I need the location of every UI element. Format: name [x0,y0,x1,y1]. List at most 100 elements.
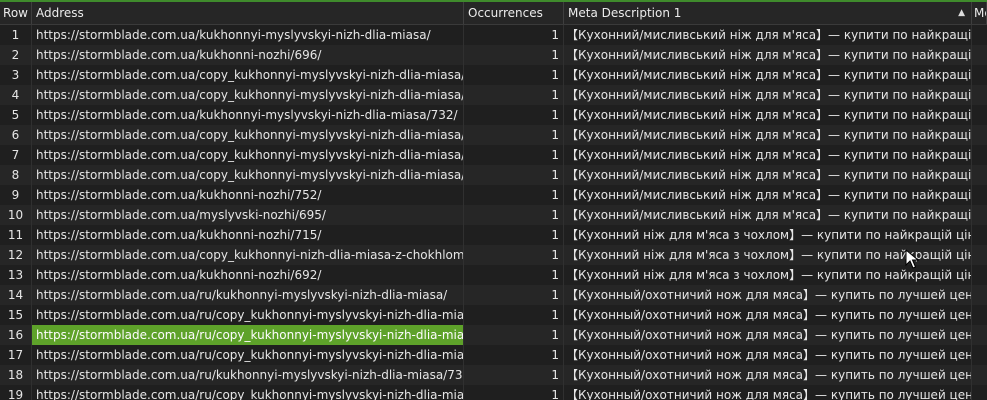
next-column-cell[interactable] [972,185,987,205]
next-column-cell[interactable] [972,345,987,365]
occurrences-cell[interactable]: 1 [464,325,564,345]
address-cell[interactable]: https://stormblade.com.ua/copy_kukhonnyi… [32,65,464,85]
row-number-cell[interactable]: 8 [0,165,32,185]
occurrences-cell[interactable]: 1 [464,385,564,400]
occurrences-cell[interactable]: 1 [464,285,564,305]
table-row[interactable]: 14 https://stormblade.com.ua/ru/kukhonnyi… [0,285,987,305]
address-cell[interactable]: https://stormblade.com.ua/kukhonnyi-mysl… [32,25,464,45]
meta-description-cell[interactable]: 【Кухонний/мисливський ніж для м'яса】— ку… [564,185,972,205]
meta-description-cell[interactable]: 【Кухонний/мисливський ніж для м'яса】— ку… [564,65,972,85]
table-row[interactable]: 16 https://stormblade.com.ua/ru/copy_kukh… [0,325,987,345]
table-row[interactable]: 5 https://stormblade.com.ua/kukhonnyi-mys… [0,105,987,125]
next-column-cell[interactable] [972,145,987,165]
column-header-more[interactable]: Me [972,2,987,24]
next-column-cell[interactable] [972,205,987,225]
address-cell[interactable]: https://stormblade.com.ua/kukhonni-nozhi… [32,185,464,205]
row-number-cell[interactable]: 18 [0,365,32,385]
address-cell[interactable]: https://stormblade.com.ua/ru/copy_kukhon… [32,305,464,325]
next-column-cell[interactable] [972,265,987,285]
column-header-occurrences[interactable]: Occurrences [464,2,564,24]
occurrences-cell[interactable]: 1 [464,145,564,165]
address-cell[interactable]: https://stormblade.com.ua/copy_kukhonnyi… [32,125,464,145]
meta-description-cell[interactable]: 【Кухонный/охотничий нож для мяса】— купит… [564,385,972,400]
occurrences-cell[interactable]: 1 [464,165,564,185]
column-header-row[interactable]: Row [0,2,32,24]
occurrences-cell[interactable]: 1 [464,245,564,265]
table-row[interactable]: 15 https://stormblade.com.ua/ru/copy_kukh… [0,305,987,325]
next-column-cell[interactable] [972,105,987,125]
meta-description-cell[interactable]: 【Кухонный/охотничий нож для мяса】— купит… [564,345,972,365]
occurrences-cell[interactable]: 1 [464,345,564,365]
row-number-cell[interactable]: 3 [0,65,32,85]
row-number-cell[interactable]: 14 [0,285,32,305]
row-number-cell[interactable]: 2 [0,45,32,65]
meta-description-cell[interactable]: 【Кухонный/охотничий нож для мяса】— купит… [564,325,972,345]
address-cell[interactable]: https://stormblade.com.ua/ru/copy_kukhon… [32,345,464,365]
next-column-cell[interactable] [972,245,987,265]
row-number-cell[interactable]: 7 [0,145,32,165]
next-column-cell[interactable] [972,365,987,385]
row-number-cell[interactable]: 10 [0,205,32,225]
next-column-cell[interactable] [972,45,987,65]
next-column-cell[interactable] [972,225,987,245]
address-cell[interactable]: https://stormblade.com.ua/ru/kukhonnyi-m… [32,365,464,385]
row-number-cell[interactable]: 6 [0,125,32,145]
table-row[interactable]: 10 https://stormblade.com.ua/myslyvski-no… [0,205,987,225]
row-number-cell[interactable]: 17 [0,345,32,365]
row-number-cell[interactable]: 19 [0,385,32,400]
table-row[interactable]: 18 https://stormblade.com.ua/ru/kukhonnyi… [0,365,987,385]
table-row[interactable]: 13 https://stormblade.com.ua/kukhonni-noz… [0,265,987,285]
next-column-cell[interactable] [972,285,987,305]
address-cell[interactable]: https://stormblade.com.ua/kukhonnyi-mysl… [32,105,464,125]
next-column-cell[interactable] [972,305,987,325]
meta-description-cell[interactable]: 【Кухонний/мисливський ніж для м'яса】— ку… [564,145,972,165]
occurrences-cell[interactable]: 1 [464,185,564,205]
address-cell[interactable]: https://stormblade.com.ua/ru/kukhonnyi-m… [32,285,464,305]
row-number-cell[interactable]: 5 [0,105,32,125]
table-row[interactable]: 9 https://stormblade.com.ua/kukhonni-nozh… [0,185,987,205]
occurrences-cell[interactable]: 1 [464,305,564,325]
occurrences-cell[interactable]: 1 [464,225,564,245]
next-column-cell[interactable] [972,385,987,400]
occurrences-cell[interactable]: 1 [464,205,564,225]
row-number-cell[interactable]: 15 [0,305,32,325]
row-number-cell[interactable]: 12 [0,245,32,265]
column-header-address[interactable]: Address [32,2,464,24]
address-cell[interactable]: https://stormblade.com.ua/ru/copy_kukhon… [32,385,464,400]
table-row[interactable]: 12 https://stormblade.com.ua/copy_kukhonn… [0,245,987,265]
meta-description-cell[interactable]: 【Кухонний/мисливський ніж для м'яса】— ку… [564,165,972,185]
occurrences-cell[interactable]: 1 [464,25,564,45]
sort-ascending-icon[interactable]: ▲ [958,2,965,24]
table-row[interactable]: 11 https://stormblade.com.ua/kukhonni-noz… [0,225,987,245]
address-cell[interactable]: https://stormblade.com.ua/copy_kukhonnyi… [32,145,464,165]
table-row[interactable]: 4 https://stormblade.com.ua/copy_kukhonny… [0,85,987,105]
table-row[interactable]: 3 https://stormblade.com.ua/copy_kukhonny… [0,65,987,85]
occurrences-cell[interactable]: 1 [464,65,564,85]
occurrences-cell[interactable]: 1 [464,105,564,125]
table-row[interactable]: 1 https://stormblade.com.ua/kukhonnyi-mys… [0,25,987,45]
meta-description-cell[interactable]: 【Кухонний ніж для м'яса з чохлом】— купит… [564,225,972,245]
results-table[interactable]: Row Address Occurrences Meta Description… [0,2,987,400]
table-row[interactable]: 17 https://stormblade.com.ua/ru/copy_kukh… [0,345,987,365]
meta-description-cell[interactable]: 【Кухонный/охотничий нож для мяса】— купит… [564,285,972,305]
table-row[interactable]: 7 https://stormblade.com.ua/copy_kukhonny… [0,145,987,165]
table-row[interactable]: 6 https://stormblade.com.ua/copy_kukhonny… [0,125,987,145]
table-row[interactable]: 2 https://stormblade.com.ua/kukhonni-nozh… [0,45,987,65]
next-column-cell[interactable] [972,325,987,345]
row-number-cell[interactable]: 13 [0,265,32,285]
next-column-cell[interactable] [972,65,987,85]
address-cell[interactable]: https://stormblade.com.ua/copy_kukhonnyi… [32,245,464,265]
meta-description-cell[interactable]: 【Кухонний/мисливський ніж для м'яса】— ку… [564,125,972,145]
address-cell[interactable]: https://stormblade.com.ua/ru/copy_kukhon… [32,325,464,345]
row-number-cell[interactable]: 1 [0,25,32,45]
table-row[interactable]: 19 https://stormblade.com.ua/ru/copy_kukh… [0,385,987,400]
meta-description-cell[interactable]: 【Кухонный/охотничий нож для мяса】— купит… [564,305,972,325]
address-cell[interactable]: https://stormblade.com.ua/copy_kukhonnyi… [32,85,464,105]
row-number-cell[interactable]: 11 [0,225,32,245]
row-number-cell[interactable]: 9 [0,185,32,205]
next-column-cell[interactable] [972,165,987,185]
address-cell[interactable]: https://stormblade.com.ua/copy_kukhonnyi… [32,165,464,185]
meta-description-cell[interactable]: 【Кухонний/мисливський ніж для м'яса】— ку… [564,25,972,45]
next-column-cell[interactable] [972,85,987,105]
table-row[interactable]: 8 https://stormblade.com.ua/copy_kukhonny… [0,165,987,185]
